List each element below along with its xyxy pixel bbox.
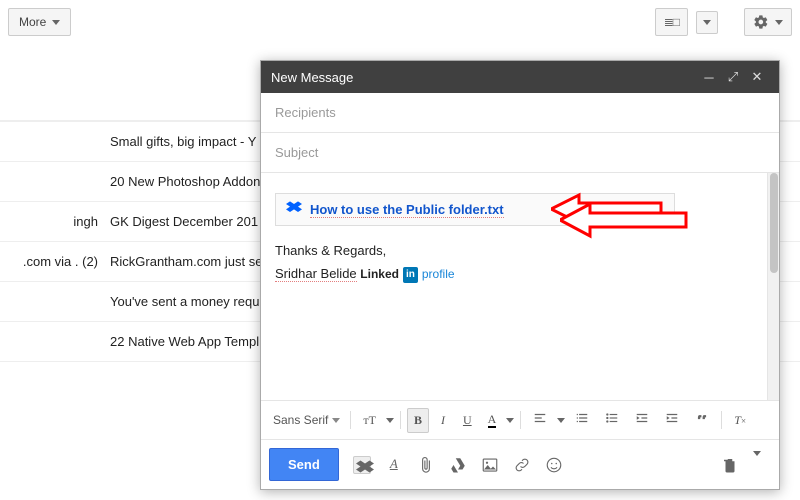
arrow-annotation <box>560 200 690 240</box>
chevron-down-icon <box>557 418 565 423</box>
minimize-icon[interactable]: ─ <box>697 70 721 85</box>
font-family-select[interactable]: Sans Serif <box>269 411 344 429</box>
gear-icon <box>753 14 769 30</box>
font-size-button[interactable]: тT <box>357 409 382 432</box>
scroll-thumb[interactable] <box>770 173 778 273</box>
compose-title: New Message <box>271 70 697 85</box>
bulleted-list-button[interactable] <box>599 407 625 433</box>
format-toolbar: Sans Serif тT B I U A <box>261 400 779 439</box>
recipients-field[interactable]: Recipients <box>261 93 779 133</box>
chevron-down-icon <box>506 418 514 423</box>
discard-icon[interactable] <box>721 456 739 474</box>
attachment-filename[interactable]: How to use the Public folder.txt <box>310 202 504 218</box>
chevron-down-icon <box>332 418 340 423</box>
signature: Thanks & Regards, Sridhar Belide Linkedi… <box>275 242 753 283</box>
italic-button[interactable]: I <box>433 409 453 432</box>
emoji-icon[interactable] <box>545 456 563 474</box>
indent-less-button[interactable] <box>629 407 655 433</box>
send-button[interactable]: Send <box>269 448 339 481</box>
insert-image-icon[interactable] <box>481 456 499 474</box>
subject-field[interactable]: Subject <box>261 133 779 173</box>
display-density-button[interactable]: ≣□ <box>655 8 688 36</box>
more-label: More <box>19 15 46 29</box>
display-density-dropdown[interactable] <box>696 11 718 34</box>
more-button[interactable]: More <box>8 8 71 36</box>
chevron-down-icon <box>775 20 783 25</box>
drive-icon[interactable] <box>449 456 467 474</box>
close-icon[interactable]: ✕ <box>745 69 769 85</box>
insert-link-icon[interactable] <box>513 456 531 474</box>
indent-more-button[interactable] <box>659 407 685 433</box>
more-options-button[interactable] <box>753 456 771 474</box>
display-density-icon: ≣□ <box>664 15 679 29</box>
text-color-button[interactable]: A <box>482 408 503 432</box>
underline-button[interactable]: U <box>457 409 478 432</box>
dropbox-icon <box>286 200 302 219</box>
quote-button[interactable] <box>689 407 715 433</box>
attachment-icon[interactable] <box>417 456 435 474</box>
bold-button[interactable]: B <box>407 408 429 433</box>
clear-formatting-button[interactable]: T× <box>728 409 752 432</box>
compose-window: New Message ─ ⤢ ✕ Recipients Subject How… <box>260 60 780 490</box>
dropbox-icon[interactable] <box>353 456 371 474</box>
compose-scrollbar[interactable] <box>767 173 779 400</box>
align-button[interactable] <box>527 407 553 433</box>
compose-body[interactable]: How to use the Public folder.txt Thanks … <box>261 173 767 400</box>
settings-button[interactable] <box>744 8 792 36</box>
linkedin-badge[interactable]: Linkedin profile <box>360 266 454 283</box>
compose-sendbar: Send A <box>261 439 779 489</box>
numbered-list-button[interactable] <box>569 407 595 433</box>
formatting-toggle-button[interactable]: A <box>385 456 403 474</box>
chevron-down-icon <box>52 20 60 25</box>
compose-titlebar[interactable]: New Message ─ ⤢ ✕ <box>261 61 779 93</box>
chevron-down-icon <box>753 451 761 471</box>
expand-icon[interactable]: ⤢ <box>721 69 745 85</box>
chevron-down-icon <box>703 20 711 25</box>
chevron-down-icon <box>386 418 394 423</box>
